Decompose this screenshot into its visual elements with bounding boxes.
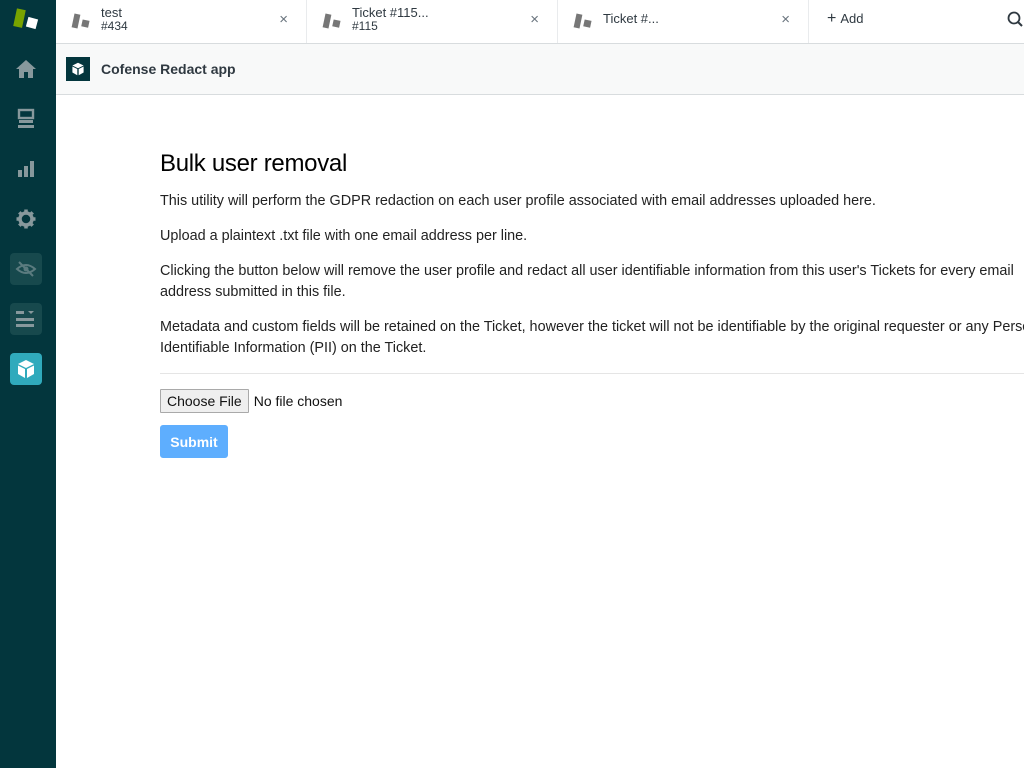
close-tab-icon[interactable]: × xyxy=(279,11,288,28)
eye-slash-icon xyxy=(15,261,37,277)
sidebar-item-list-app[interactable] xyxy=(10,303,42,335)
tab-ticket-434[interactable]: test #434 × xyxy=(56,0,307,43)
sidebar-item-reporting[interactable] xyxy=(10,153,42,185)
divider xyxy=(160,373,1024,374)
gear-icon xyxy=(16,209,36,229)
bar-chart-icon xyxy=(18,161,34,177)
cube-icon xyxy=(72,62,84,76)
tab-subtitle: #115 xyxy=(352,19,378,33)
ticket-icon xyxy=(322,13,341,29)
metadata-paragraph: Metadata and custom fields will be retai… xyxy=(160,319,1024,356)
cube-icon xyxy=(18,360,34,378)
sidebar-item-cofense-redact-app[interactable] xyxy=(10,353,42,385)
sidebar-item-redaction-app[interactable] xyxy=(10,253,42,285)
submit-button[interactable]: Submit xyxy=(160,425,228,458)
add-tab-label: Add xyxy=(840,11,864,26)
ticket-tab-bar: test #434 × Ticket #115... #115 × Ticket… xyxy=(56,0,1024,44)
file-status: No file chosen xyxy=(253,393,343,409)
list-icon xyxy=(16,311,34,327)
app-title: Cofense Redact app xyxy=(101,61,236,77)
close-tab-icon[interactable]: × xyxy=(781,11,790,28)
warning-paragraph: Clicking the button below will remove th… xyxy=(160,263,1014,300)
tab-title: test xyxy=(101,5,122,20)
inbox-icon xyxy=(17,108,35,128)
tab-title: Ticket #115... xyxy=(352,5,429,20)
sidebar-item-views[interactable] xyxy=(10,103,42,135)
tab-subtitle: #434 xyxy=(101,19,128,33)
add-tab-button[interactable]: + Add xyxy=(827,9,864,27)
tab-ticket-3[interactable]: Ticket #... × xyxy=(558,0,809,43)
ticket-icon xyxy=(71,13,90,29)
tab-ticket-115[interactable]: Ticket #115... #115 × xyxy=(307,0,558,43)
search-button[interactable] xyxy=(1002,10,1024,32)
sidebar xyxy=(0,0,56,768)
page-title: Bulk user removal xyxy=(160,150,347,177)
plus-icon: + xyxy=(827,9,837,27)
choose-file-button[interactable]: Choose File xyxy=(160,389,249,413)
app-icon xyxy=(66,57,90,81)
sidebar-item-admin[interactable] xyxy=(10,203,42,235)
zendesk-logo-icon[interactable] xyxy=(0,0,56,44)
file-input[interactable]: Choose File No file chosen xyxy=(160,389,1024,413)
sidebar-item-home[interactable] xyxy=(10,53,42,85)
ticket-icon xyxy=(573,13,592,29)
search-icon xyxy=(1007,11,1023,27)
instruction-paragraph: Upload a plaintext .txt file with one em… xyxy=(160,228,528,244)
description-paragraph: This utility will perform the GDPR redac… xyxy=(160,193,876,209)
home-icon xyxy=(16,60,36,78)
tab-title: Ticket #... xyxy=(603,11,659,26)
app-content: Bulk user removal This utility will perf… xyxy=(160,150,1024,458)
close-tab-icon[interactable]: × xyxy=(530,11,539,28)
app-header: Cofense Redact app xyxy=(56,44,1024,95)
